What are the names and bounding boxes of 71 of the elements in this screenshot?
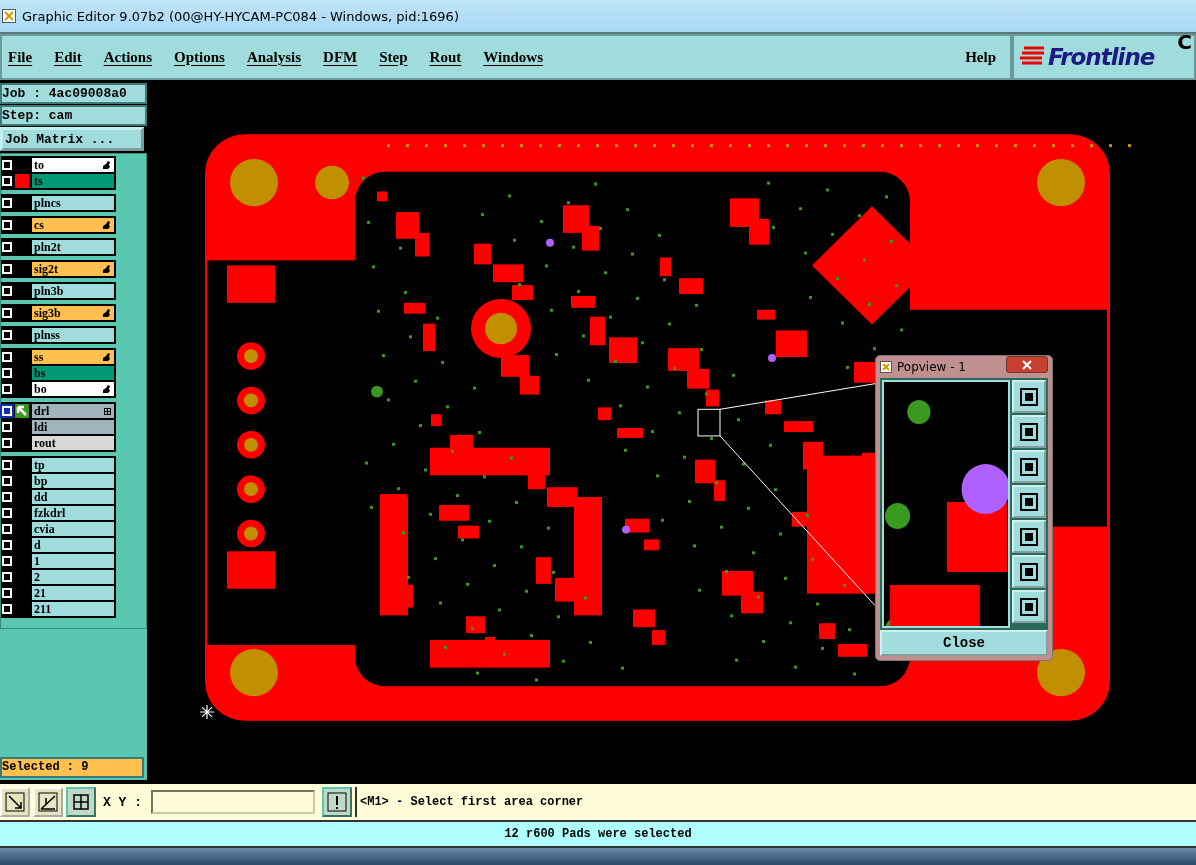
layer-label: fzkdrl: [34, 505, 66, 521]
layer-name[interactable]: cvia: [32, 522, 114, 536]
layer-label: pln3b: [34, 283, 64, 299]
layer-label: to: [34, 157, 44, 173]
layer-name[interactable]: pln3b: [32, 284, 114, 298]
layer-name[interactable]: 1: [32, 554, 114, 568]
layer-name[interactable]: cs: [32, 218, 114, 232]
layer-label: d: [34, 537, 41, 553]
layer-label: plnss: [34, 327, 61, 343]
layer-label: 21: [34, 585, 46, 601]
layer-name[interactable]: plncs: [32, 196, 114, 210]
layer-name[interactable]: plnss: [32, 328, 114, 342]
help-menu[interactable]: Help: [965, 48, 996, 66]
layer-label: cs: [34, 217, 44, 233]
layer-name[interactable]: bs: [32, 366, 114, 380]
layer-name[interactable]: 21: [32, 586, 114, 600]
layer-name[interactable]: bp: [32, 474, 114, 488]
logo-letter: C: [1177, 30, 1192, 54]
popview-title: Popview - 1: [897, 360, 967, 374]
menu-item[interactable]: Rout: [429, 48, 462, 66]
layer-label: dd: [34, 489, 48, 505]
layer-label: bs: [34, 365, 46, 381]
layer-name[interactable]: ts: [32, 174, 114, 188]
layer-name[interactable]: ldi: [32, 420, 114, 434]
layer-label: ts: [34, 173, 43, 189]
coordinates-label: X Y :: [103, 794, 142, 810]
layer-label: 2: [34, 569, 40, 585]
layer-label: plncs: [34, 195, 61, 211]
layer-name[interactable]: tp: [32, 458, 114, 472]
menu-item[interactable]: Options: [174, 48, 225, 66]
layer-name[interactable]: sig3b: [32, 306, 114, 320]
layer-label: 211: [34, 601, 52, 617]
layer-name[interactable]: 211: [32, 602, 114, 616]
menu-item[interactable]: File: [8, 48, 33, 66]
status-message: 12 r600 Pads were selected: [0, 822, 1196, 848]
window-title: Graphic Editor 9.07b2 (00@HY-HYCAM-PC084 - Windows, pid:1696): [22, 8, 459, 24]
layer-label: sig2t: [34, 261, 58, 277]
layer-name[interactable]: bo: [32, 382, 114, 396]
menu-item[interactable]: Step: [379, 48, 408, 66]
layer-name[interactable]: to: [32, 158, 114, 172]
layer-label: drl: [34, 403, 50, 419]
menu-item[interactable]: Actions: [103, 48, 152, 66]
layer-label: ss: [34, 349, 44, 365]
layer-name[interactable]: ss: [32, 350, 114, 364]
step-label: Step: cam: [0, 105, 147, 126]
close-button[interactable]: Close: [880, 630, 1048, 656]
layer-name[interactable]: dd: [32, 490, 114, 504]
menu-item[interactable]: Edit: [54, 48, 82, 66]
layer-name[interactable]: 2: [32, 570, 114, 584]
layer-label: sig3b: [34, 305, 61, 321]
menu-item[interactable]: Analysis: [246, 48, 302, 66]
layer-label: cvia: [34, 521, 55, 537]
menu-item[interactable]: Windows: [483, 48, 543, 66]
job-matrix-button[interactable]: Job Matrix ...: [0, 127, 144, 151]
layer-name[interactable]: rout: [32, 436, 114, 450]
logo-text: Frontline: [1048, 44, 1155, 70]
layer-label: tp: [34, 457, 45, 473]
layer-name[interactable]: pln2t: [32, 240, 114, 254]
layer-name[interactable]: drl: [32, 404, 114, 418]
layer-name[interactable]: d: [32, 538, 114, 552]
layer-label: bo: [34, 381, 47, 397]
selected-count: Selected : 9: [0, 757, 144, 778]
layer-label: rout: [34, 435, 56, 451]
layer-label: bp: [34, 473, 48, 489]
layer-label: pln2t: [34, 239, 61, 255]
job-label: Job : 4ac09008a0: [0, 83, 147, 104]
menu-item[interactable]: DFM: [323, 48, 358, 66]
layer-name[interactable]: sig2t: [32, 262, 114, 276]
layer-label: 1: [34, 553, 40, 569]
layer-name[interactable]: fzkdrl: [32, 506, 114, 520]
layer-label: ldi: [34, 419, 48, 435]
